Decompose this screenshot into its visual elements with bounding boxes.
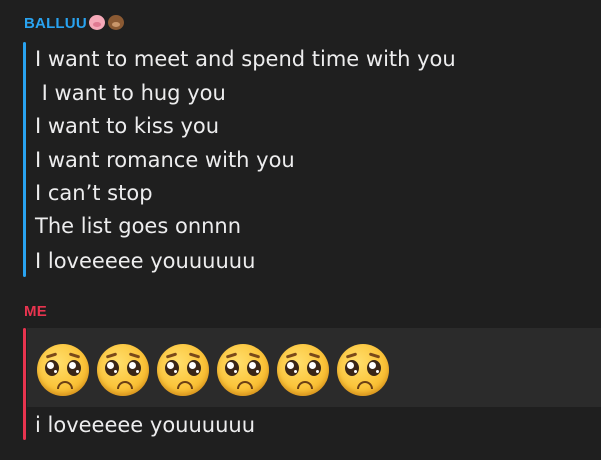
emoji-row bbox=[27, 328, 601, 407]
message-line: I want to meet and spend time with you bbox=[35, 47, 456, 71]
quote-bar bbox=[23, 42, 26, 277]
pleading-face-icon bbox=[337, 344, 389, 396]
pleading-face-icon bbox=[97, 344, 149, 396]
sender-name[interactable]: ME bbox=[24, 303, 47, 320]
message-line: I want to hug you bbox=[35, 81, 226, 105]
quote-bar bbox=[23, 328, 26, 440]
pleading-face-icon bbox=[37, 344, 89, 396]
message-line: I want romance with you bbox=[35, 148, 295, 172]
bear-icon bbox=[107, 15, 124, 30]
pleading-face-icon bbox=[217, 344, 269, 396]
sender-name[interactable]: BALLUU bbox=[24, 15, 124, 32]
message-line: i loveeeee youuuuuu bbox=[35, 413, 256, 437]
pig-icon bbox=[88, 15, 105, 30]
pleading-face-icon bbox=[277, 344, 329, 396]
message-line: I want to kiss you bbox=[35, 114, 220, 138]
message-line: I loveeeee youuuuuu bbox=[35, 249, 256, 273]
pleading-face-icon bbox=[157, 344, 209, 396]
message-line: The list goes onnnn bbox=[35, 214, 242, 238]
message-line: I can’t stop bbox=[35, 181, 153, 205]
sender-name-text: BALLUU bbox=[24, 15, 87, 32]
